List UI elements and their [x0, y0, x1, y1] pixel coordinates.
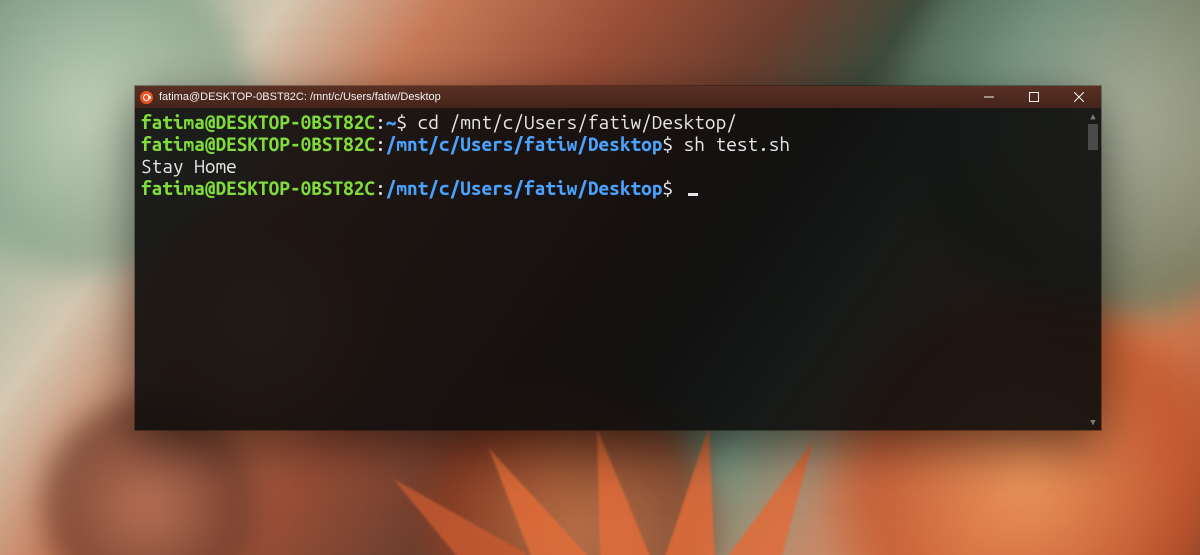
terminal-window: fatima@DESKTOP-0BST82C: /mnt/c/Users/fat…	[135, 86, 1101, 430]
cursor	[688, 193, 698, 196]
prompt-separator: :	[375, 133, 386, 155]
prompt-user: fatima@DESKTOP-0BST82C	[141, 133, 375, 155]
scroll-up-icon[interactable]: ▲	[1085, 108, 1101, 124]
prompt-user: fatima@DESKTOP-0BST82C	[141, 111, 375, 133]
titlebar[interactable]: fatima@DESKTOP-0BST82C: /mnt/c/Users/fat…	[135, 86, 1101, 108]
maximize-button[interactable]	[1011, 86, 1056, 108]
terminal-line: fatima@DESKTOP-0BST82C:/mnt/c/Users/fati…	[141, 177, 1095, 199]
close-button[interactable]	[1056, 86, 1101, 108]
prompt-command: sh test.sh	[684, 133, 790, 155]
terminal-line: fatima@DESKTOP-0BST82C:~$ cd /mnt/c/User…	[141, 111, 1095, 133]
window-controls	[966, 86, 1101, 108]
scrollbar[interactable]: ▲ ▼	[1085, 108, 1101, 430]
maximize-icon	[1029, 92, 1039, 102]
prompt-user: fatima@DESKTOP-0BST82C	[141, 177, 375, 199]
minimize-icon	[984, 92, 994, 102]
minimize-button[interactable]	[966, 86, 1011, 108]
terminal-body[interactable]: fatima@DESKTOP-0BST82C:~$ cd /mnt/c/User…	[135, 108, 1101, 430]
prompt-separator: :	[375, 111, 386, 133]
prompt-symbol: $	[396, 111, 417, 133]
prompt-path: /mnt/c/Users/fatiw/Desktop	[386, 133, 663, 155]
terminal-line: fatima@DESKTOP-0BST82C:/mnt/c/Users/fati…	[141, 133, 1095, 155]
prompt-separator: :	[375, 177, 386, 199]
prompt-path: ~	[386, 111, 397, 133]
prompt-path: /mnt/c/Users/fatiw/Desktop	[386, 177, 663, 199]
terminal-line: Stay Home	[141, 155, 1095, 177]
prompt-command: cd /mnt/c/Users/fatiw/Desktop/	[418, 111, 737, 133]
window-title: fatima@DESKTOP-0BST82C: /mnt/c/Users/fat…	[159, 91, 966, 103]
prompt-symbol: $	[662, 177, 683, 199]
terminal-output: Stay Home	[141, 155, 237, 177]
scroll-thumb[interactable]	[1088, 124, 1098, 150]
ubuntu-icon	[140, 91, 153, 104]
close-icon	[1074, 92, 1084, 102]
scroll-down-icon[interactable]: ▼	[1085, 414, 1101, 430]
prompt-symbol: $	[662, 133, 683, 155]
